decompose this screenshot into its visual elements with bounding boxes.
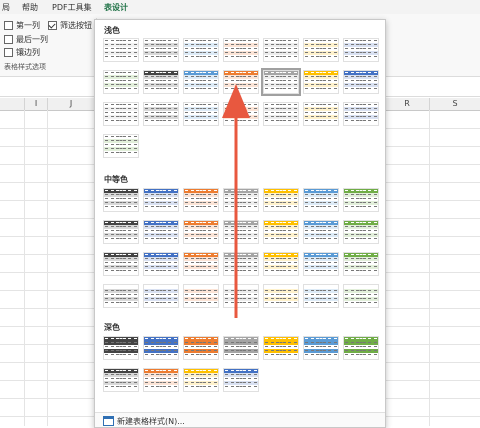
arrow-head xyxy=(222,84,250,118)
annotation-arrow-icon xyxy=(222,84,250,318)
